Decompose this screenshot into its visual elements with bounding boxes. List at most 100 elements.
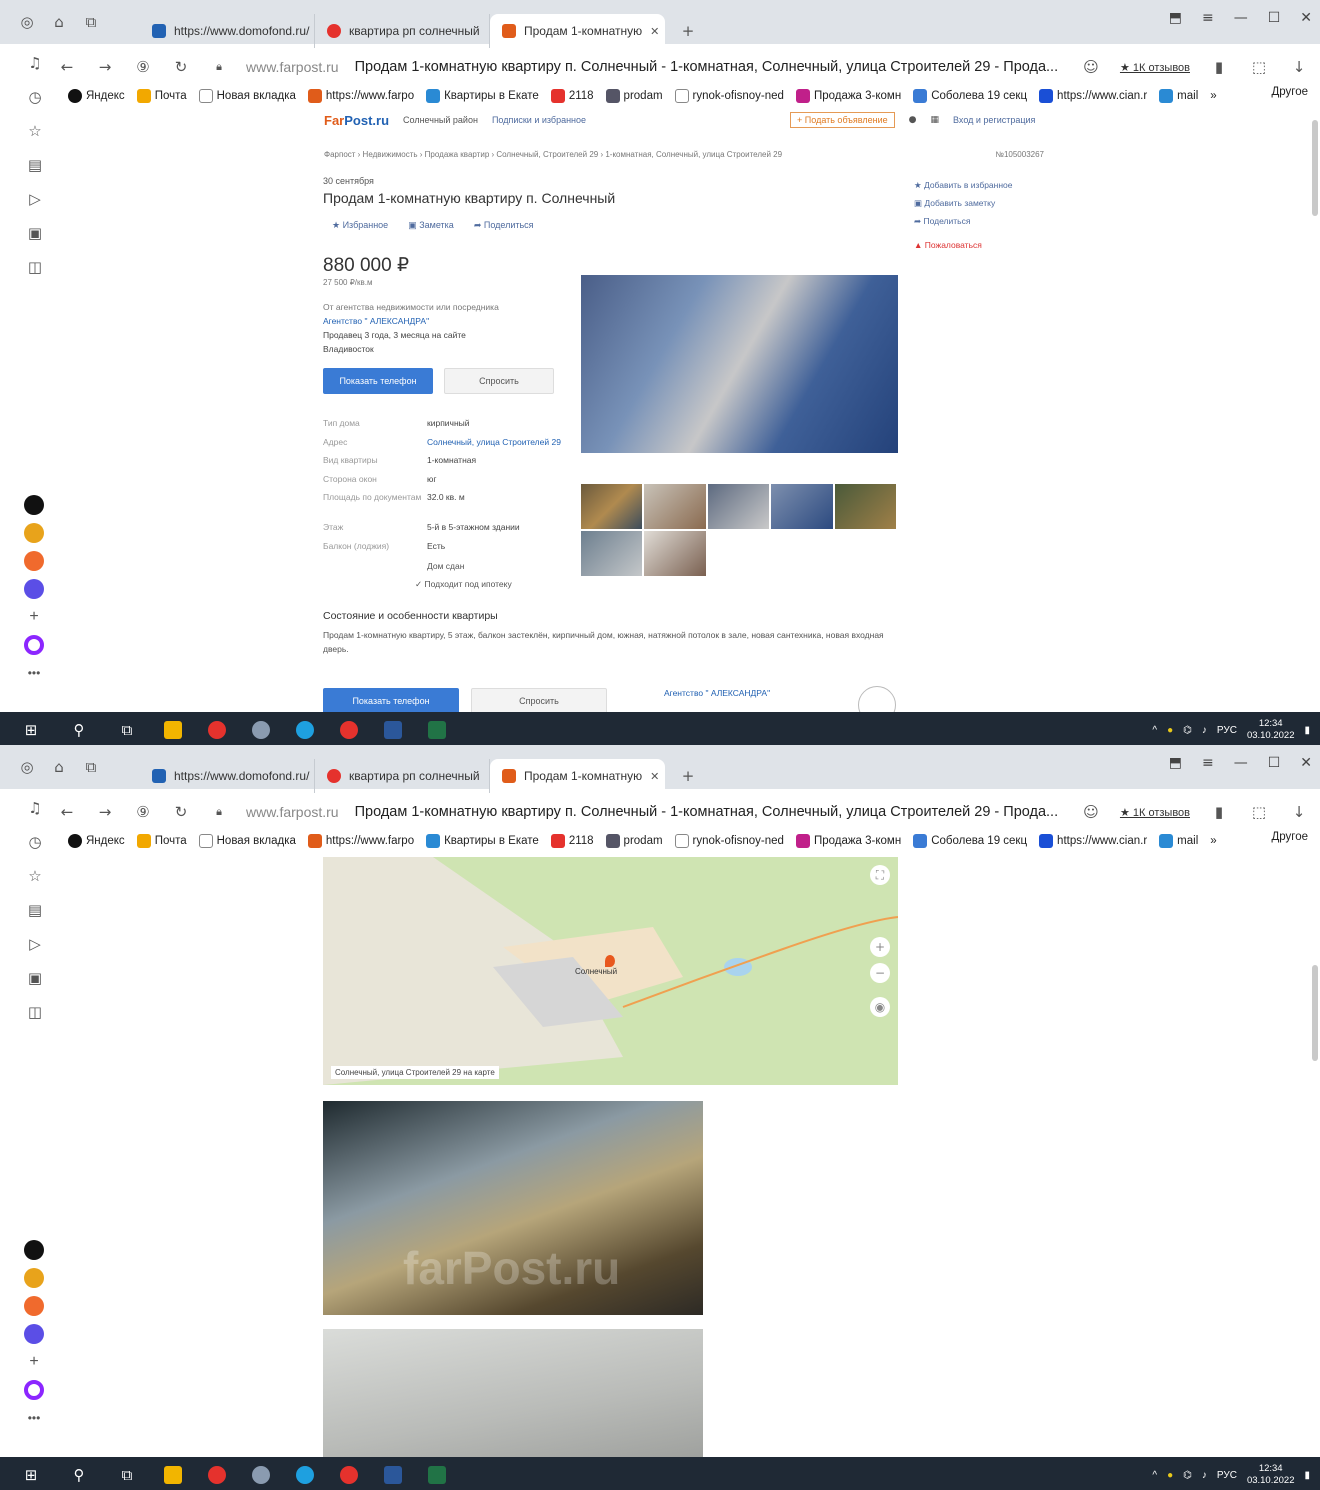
maximize-icon[interactable]: ☐ [1268,755,1281,771]
share-link[interactable]: ➦ Поделиться [914,212,1013,230]
add-favorite-link[interactable]: ★ Добавить в избранное [914,176,1013,194]
bookmark-item[interactable]: Соболева 19 секц [913,89,1027,103]
zoom-out-icon[interactable]: − [870,963,890,983]
excel-icon[interactable] [428,1466,446,1484]
yandex-icon[interactable] [340,721,358,739]
bookmark-item[interactable]: Яндекс [68,89,125,103]
add-note-link[interactable]: ▣ Добавить заметку [914,194,1013,212]
bookmark-item[interactable]: Почта [136,89,187,103]
app-icon[interactable] [24,1240,44,1260]
maximize-icon[interactable]: ☐ [1268,10,1281,26]
chat-icon[interactable]: ☺ [1080,56,1102,78]
app-icon[interactable] [24,523,44,543]
show-phone-button[interactable]: Показать телефон [323,368,433,394]
bookmark-item[interactable]: Новая вкладка [198,89,296,103]
location-map[interactable]: Солнечный ⛶ + − ◉ Солнечный, улица Строи… [323,857,898,1085]
search-icon[interactable]: ⚲ [68,1464,90,1486]
app-icon[interactable] [252,721,270,739]
excel-icon[interactable] [428,721,446,739]
play-icon[interactable]: ▷ [24,188,46,210]
menu-icon[interactable]: ≡ [1202,755,1214,771]
close-tab-icon[interactable]: ✕ [650,765,659,787]
post-ad-button[interactable]: + Подать объявление [790,112,895,128]
task-view-icon[interactable]: ⧉ [116,1464,138,1486]
note-button[interactable]: ▣ Заметка [408,220,454,231]
geolocation-icon[interactable]: ◉ [870,997,890,1017]
clock[interactable]: 12:34 03.10.2022 [1247,1463,1295,1487]
new-window-icon[interactable]: ⧉ [80,756,102,778]
add-app-icon[interactable]: + [24,1352,44,1372]
calendar-icon[interactable]: ▣ [24,222,46,244]
yandex-icon[interactable] [340,1466,358,1484]
bookmark-item[interactable]: 2118 [550,89,594,103]
bookmark-item[interactable]: Соболева 19 секц [913,834,1027,848]
bookmarks-other[interactable]: Другое [1271,831,1308,843]
notifications-icon[interactable]: ▮ [1304,1470,1310,1481]
collections-icon[interactable]: ▤ [24,899,46,921]
notifications-icon[interactable]: ♫ [24,52,46,74]
bookmark-item[interactable]: Яндекс [68,834,125,848]
windows-start-icon[interactable]: ⊞ [20,719,42,741]
url-host[interactable]: www.farpost.ru [246,59,339,75]
alice-icon[interactable] [24,1380,44,1400]
scroll-up-button[interactable] [858,686,896,712]
app-icon[interactable] [24,495,44,515]
tray-expand-icon[interactable]: ^ [1152,725,1157,736]
search-icon[interactable]: ⚲ [68,719,90,741]
scrollbar-thumb[interactable] [1312,120,1318,216]
yandex-browser-icon[interactable] [208,1466,226,1484]
extensions-icon[interactable]: ⬚ [1248,801,1270,823]
close-window-icon[interactable]: ✕ [1300,10,1312,26]
chat-icon[interactable]: ☺ [1080,801,1102,823]
file-explorer-icon[interactable] [164,1466,182,1484]
bookmarks-other[interactable]: Другое [1271,86,1308,98]
volume-icon[interactable]: ♪ [1202,1470,1207,1481]
bookmark-icon[interactable]: ▮ [1208,801,1230,823]
bookmark-item[interactable]: Квартиры в Екате [426,89,539,103]
bookmark-item[interactable]: https://www.farpo [307,89,414,103]
region-selector[interactable]: Солнечный район [403,115,478,125]
bookmark-icon[interactable]: ▮ [1208,56,1230,78]
network-icon[interactable]: ⌬ [1183,725,1192,736]
notifications-icon[interactable]: ▮ [1304,725,1310,736]
reload-icon[interactable]: ↻ [170,801,192,823]
minimize-icon[interactable]: — [1234,10,1248,26]
yandex-logo-icon[interactable]: ⑨ [132,56,154,78]
bookmark-item[interactable]: Продажа 3-комн [795,89,901,103]
address-link[interactable]: Солнечный, улица Строителей 29 [427,437,561,447]
bookmark-item[interactable]: mail [1159,834,1198,848]
bookmark-item[interactable]: 2118 [550,834,594,848]
bookmark-item[interactable]: rynok-ofisnoy-ned [674,89,784,103]
history-icon[interactable]: ◷ [24,86,46,108]
bookmark-item[interactable]: mail [1159,89,1198,103]
tab-farpost[interactable]: Продам 1-комнатную ✕ [490,14,665,48]
thumbnail[interactable] [581,484,643,529]
lang-indicator[interactable]: РУС [1217,725,1237,736]
more-icon[interactable]: ••• [24,663,44,683]
info-icon[interactable]: ● [909,115,917,125]
app-icon[interactable] [24,551,44,571]
ask-button-bottom[interactable]: Спросить [471,688,607,712]
app-icon[interactable] [24,1324,44,1344]
bookmark-item[interactable]: https://www.cian.r [1039,834,1147,848]
app-icon[interactable] [24,1268,44,1288]
extensions-icon[interactable]: ⬚ [1248,56,1270,78]
thumbnail[interactable] [771,484,833,529]
app-icon[interactable] [24,579,44,599]
bookmark-item[interactable]: Продажа 3-комн [795,834,901,848]
favorites-icon[interactable]: ☆ [24,865,46,887]
tray-app-icon[interactable]: ● [1167,1470,1173,1481]
listing-photo[interactable]: farPost.ru [323,1101,703,1315]
bookmark-item[interactable]: https://www.farpo [307,834,414,848]
add-app-icon[interactable]: + [24,607,44,627]
bookmarks-more[interactable]: » [1210,90,1216,102]
reviews-link[interactable]: ★ 1К отзывов [1120,806,1190,819]
share-button[interactable]: ➦ Поделиться [474,220,534,231]
clock[interactable]: 12:34 03.10.2022 [1247,718,1295,742]
minimize-icon[interactable]: — [1234,755,1248,771]
bookmark-item[interactable]: prodam [605,89,663,103]
main-photo[interactable] [581,275,898,453]
word-icon[interactable] [384,721,402,739]
lock-icon[interactable]: 🔒︎ [208,56,230,78]
collections-icon[interactable]: ▤ [24,154,46,176]
